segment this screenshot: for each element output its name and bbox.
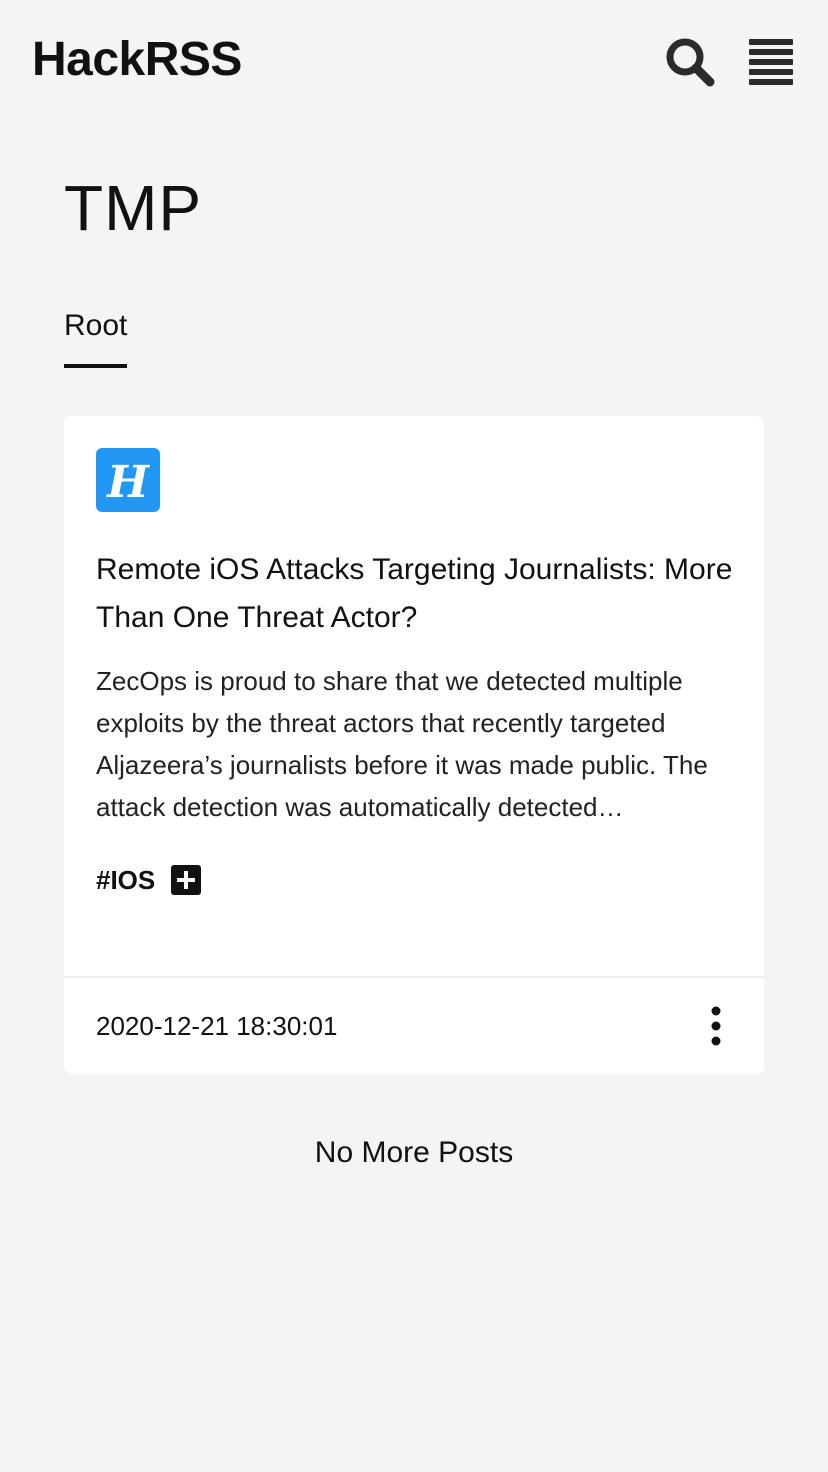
- menu-icon: [749, 39, 793, 85]
- app-brand[interactable]: HackRSS: [32, 32, 242, 88]
- more-vertical-icon: [711, 1006, 721, 1046]
- tag-ios[interactable]: #IOS: [96, 865, 155, 896]
- feed-logo: H: [96, 448, 160, 512]
- post-timestamp: 2020-12-21 18:30:01: [96, 1011, 338, 1041]
- post-title[interactable]: Remote iOS Attacks Targeting Journalists…: [96, 546, 736, 642]
- svg-text:H: H: [105, 457, 150, 508]
- no-more-posts-label: No More Posts: [314, 1136, 514, 1169]
- menu-button[interactable]: [746, 36, 796, 86]
- tab-root[interactable]: Root: [64, 304, 128, 368]
- category-tabs: Root: [64, 304, 128, 370]
- tag-row: #IOS: [96, 862, 202, 898]
- search-button[interactable]: [662, 34, 718, 90]
- add-tag-plus-icon[interactable]: [171, 865, 202, 895]
- post-summary: ZecOps is proud to share that we detecte…: [96, 666, 708, 822]
- post-more-button[interactable]: [700, 1006, 732, 1046]
- app-header: HackRSS: [0, 0, 828, 122]
- page-title: TMP: [64, 172, 203, 244]
- post-card: H Remote iOS Attacks Targeting Journalis…: [64, 416, 764, 1074]
- hackernews-h-logo-icon: H: [105, 457, 150, 508]
- card-divider: [64, 976, 764, 978]
- search-icon: [666, 38, 715, 87]
